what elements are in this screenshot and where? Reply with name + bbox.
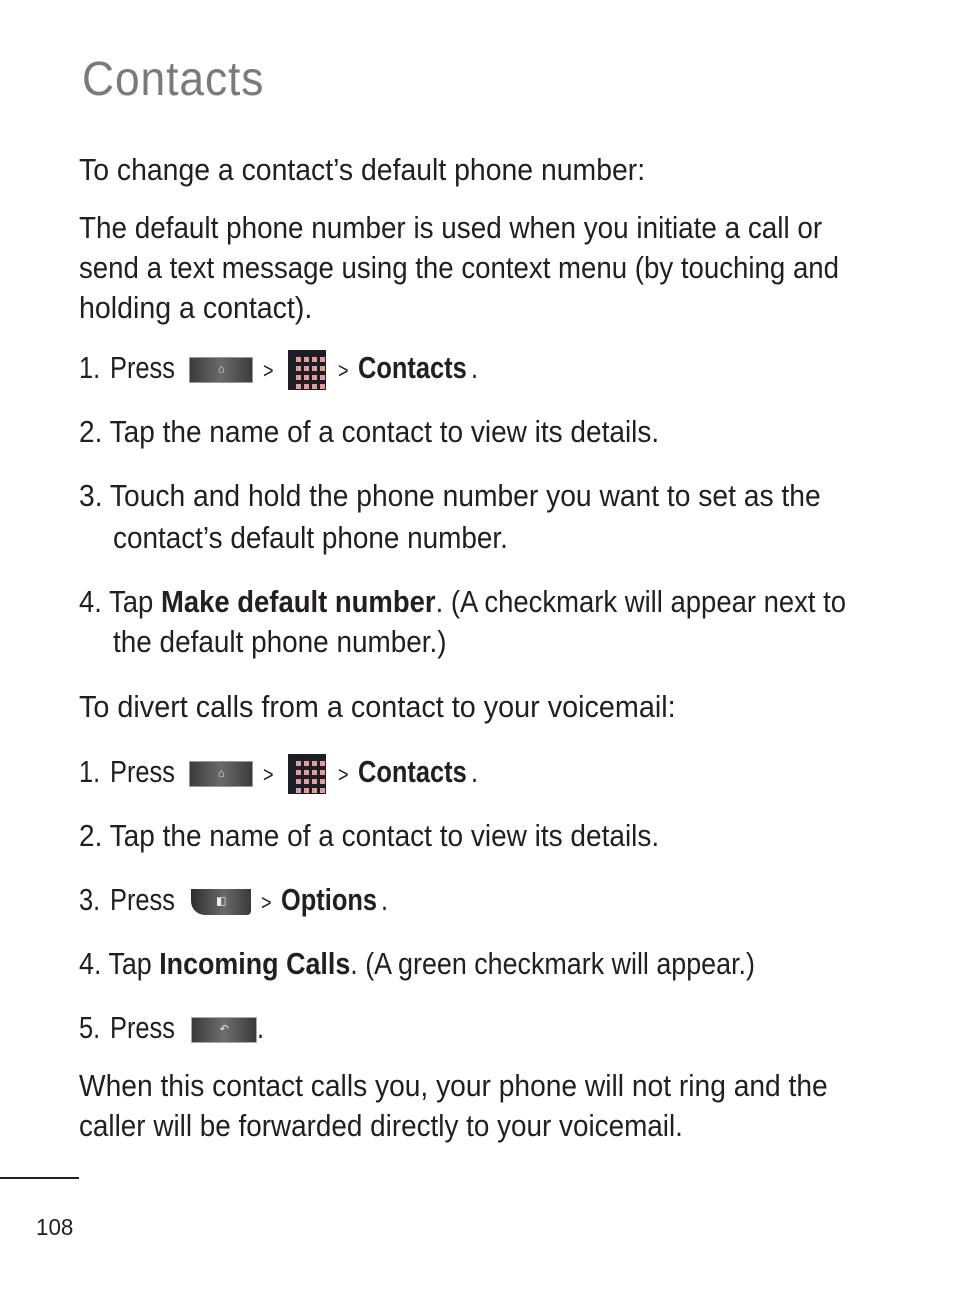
- step-2-tap-contact: 2. Tap the name of a contact to view its…: [79, 414, 659, 450]
- separator: >: [263, 358, 274, 384]
- separator: >: [263, 762, 274, 788]
- step-5-press-back: 5. Press ↶.: [79, 1010, 265, 1046]
- intro-line-2: send a text message using the context me…: [79, 250, 840, 285]
- menu-key-icon: ◧: [191, 888, 252, 915]
- make-default-number-label: Make default number: [160, 584, 436, 619]
- step-4-make-default: 4. Tap Make default number. (A checkmark…: [79, 584, 846, 620]
- section-heading-default-number: To change a contact’s default phone numb…: [79, 152, 646, 187]
- applications-key-icon: [288, 754, 327, 794]
- step-text: Press: [109, 350, 175, 386]
- contacts-label: Contacts: [357, 350, 467, 386]
- step-number: 3.: [79, 478, 103, 513]
- section-heading-divert-calls: To divert calls from a contact to your v…: [79, 689, 676, 724]
- back-key-icon: ↶: [191, 1016, 258, 1043]
- step-number: 4.: [79, 946, 102, 981]
- outro-line-2: caller will be forwarded directly to you…: [79, 1108, 683, 1143]
- step-number: 1.: [79, 754, 101, 790]
- outro-line-1: When this contact calls you, your phone …: [79, 1068, 828, 1103]
- step-text-post: . (A green checkmark will appear.): [350, 946, 755, 981]
- step-2-tap-contact: 2. Tap the name of a contact to view its…: [79, 818, 659, 854]
- intro-line-1: The default phone number is used when yo…: [79, 210, 823, 245]
- step-1-press-home-apps: 1. Press ⌂ > > Contacts.: [79, 350, 478, 390]
- step-number: 5.: [79, 1010, 101, 1045]
- step-3-touch-hold: 3. Touch and hold the phone number you w…: [79, 478, 821, 514]
- step-text: Press: [109, 882, 175, 917]
- contacts-label: Contacts: [357, 754, 467, 790]
- step-text: Press: [109, 754, 175, 790]
- intro-line-3: holding a contact).: [79, 290, 313, 325]
- step-number: 2.: [79, 414, 103, 449]
- step-text: Tap the name of a contact to view its de…: [109, 414, 660, 449]
- footer-rule: [0, 1177, 79, 1179]
- page-title: Contacts: [82, 53, 265, 106]
- step-number: 4.: [79, 584, 102, 619]
- step-number: 1.: [79, 350, 101, 386]
- applications-key-icon: [288, 350, 327, 390]
- step-text: Tap: [108, 946, 152, 981]
- step-text: Touch and hold the phone number you want…: [109, 478, 821, 513]
- step-4-incoming-calls: 4. Tap Incoming Calls. (A green checkmar…: [79, 946, 755, 982]
- period: .: [470, 350, 478, 386]
- period: .: [380, 882, 388, 917]
- separator: >: [338, 358, 349, 384]
- step-4-line-2: the default phone number.): [113, 624, 447, 659]
- home-key-icon: ⌂: [189, 357, 254, 383]
- incoming-calls-label: Incoming Calls: [159, 946, 351, 981]
- step-text: Press: [109, 1010, 175, 1045]
- separator: >: [338, 762, 349, 788]
- step-number: 2.: [79, 818, 103, 853]
- step-text: Tap the name of a contact to view its de…: [109, 818, 660, 853]
- step-1-press-home-apps: 1. Press ⌂ > > Contacts.: [79, 754, 478, 794]
- step-text-post: . (A checkmark will appear next to: [435, 584, 847, 619]
- separator: >: [261, 890, 272, 915]
- step-3-press-menu: 3. Press ◧ > Options.: [79, 882, 388, 921]
- period: .: [470, 754, 478, 790]
- home-key-icon: ⌂: [189, 761, 254, 787]
- step-text: Tap: [109, 584, 154, 619]
- period: .: [257, 1010, 265, 1045]
- page-number: 108: [36, 1214, 74, 1240]
- options-label: Options: [280, 882, 377, 917]
- step-number: 3.: [79, 882, 101, 917]
- step-3-line-2: contact’s default phone number.: [113, 520, 508, 555]
